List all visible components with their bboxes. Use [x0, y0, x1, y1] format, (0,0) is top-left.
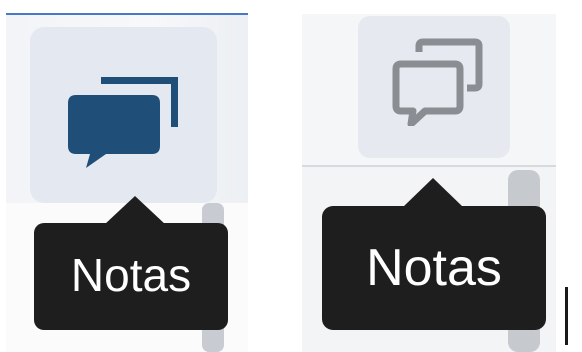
- toolbar: [6, 15, 248, 203]
- chat-bubbles-icon: [68, 77, 178, 168]
- tooltip-arrow: [403, 178, 463, 207]
- right-panel: Notas: [302, 14, 582, 352]
- toolbar: [302, 14, 556, 167]
- tooltip-arrow: [104, 196, 166, 225]
- chat-bubbles-icon: [392, 38, 483, 126]
- tooltip: Notas: [322, 206, 546, 330]
- tooltip: Notas: [34, 223, 228, 330]
- notes-button[interactable]: [30, 27, 217, 203]
- notes-button[interactable]: [358, 16, 510, 158]
- left-panel: Notas: [6, 13, 248, 352]
- tooltip-label: Notas: [366, 239, 502, 297]
- text-cursor: [565, 287, 568, 345]
- tooltip-label: Notas: [70, 249, 192, 301]
